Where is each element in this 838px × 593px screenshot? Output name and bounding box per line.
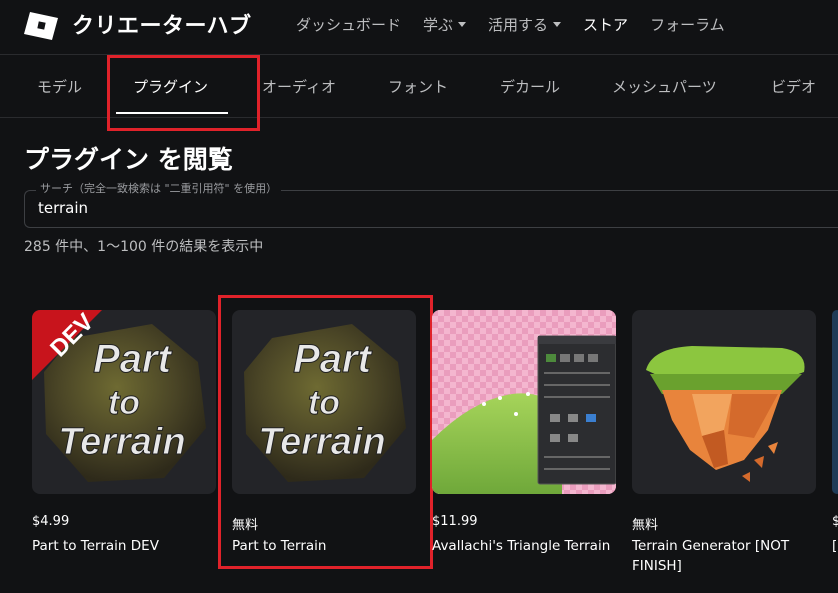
tab-fonts[interactable]: フォント [388,76,448,97]
brand-title[interactable]: クリエーターハブ [72,8,252,40]
result-count: 285 件中、1～100 件の結果を表示中 [24,239,264,255]
tab-selected-indicator [116,112,228,114]
tab-audio[interactable]: オーディオ [262,76,336,97]
nav-store[interactable]: ストア [583,14,628,35]
top-nav: クリエーターハブ ダッシュボード 学ぶ 活用する ストア フォーラム [0,0,838,55]
nav-use[interactable]: 活用する [488,14,562,35]
plugin-price: 無料 [232,518,259,533]
plugin-price: $11.99 [432,514,478,529]
plugin-thumbnail[interactable] [832,310,838,494]
nav-links: ダッシュボード 学ぶ 活用する ストア フォーラム [296,14,747,35]
svg-text:Terrain: Terrain [258,421,385,463]
chevron-down-icon [458,22,467,27]
svg-text:to: to [308,384,340,422]
nav-learn[interactable]: 学ぶ [423,14,467,35]
plugin-price: 無料 [632,518,659,533]
category-tabs: モデル プラグイン オーディオ フォント デカール メッシュパーツ ビデオ [0,56,838,118]
svg-text:Part: Part [93,337,172,381]
plugin-thumbnail[interactable]: Part to Terrain [232,310,416,494]
tab-decals[interactable]: デカール [500,76,560,97]
tab-meshparts[interactable]: メッシュパーツ [612,76,717,97]
plugin-name[interactable]: Terrain Generator [NOT FINISH] [632,536,816,576]
search-input[interactable]: terrain [38,199,88,217]
nav-forum[interactable]: フォーラム [650,14,725,35]
plugin-thumbnail[interactable] [632,310,816,494]
plugin-name[interactable]: Avallachi's Triangle Terrain [432,536,616,556]
plugin-name[interactable]: Part to Terrain [232,536,416,556]
chevron-down-icon [553,22,562,27]
tab-videos[interactable]: ビデオ [771,76,816,97]
plugin-price: $4.99 [32,514,70,529]
svg-text:to: to [108,384,140,422]
plugin-name[interactable]: [ [832,536,838,556]
roblox-logo-icon[interactable] [24,10,60,42]
plugin-thumbnail[interactable] [432,310,616,494]
tab-plugins[interactable]: プラグイン [133,76,208,97]
search-label: サーチ（完全一致検索は "二重引用符" を使用） [36,180,282,196]
plugin-price: $ [832,514,838,529]
plugin-thumbnail[interactable]: DEV Part to Terrain [32,310,216,494]
nav-dashboard[interactable]: ダッシュボード [296,14,401,35]
plugin-name[interactable]: Part to Terrain DEV [32,536,216,556]
page-title: プラグイン を閲覧 [24,145,233,174]
svg-text:Part: Part [293,337,372,381]
svg-text:Terrain: Terrain [58,421,185,463]
tab-models[interactable]: モデル [37,76,82,97]
